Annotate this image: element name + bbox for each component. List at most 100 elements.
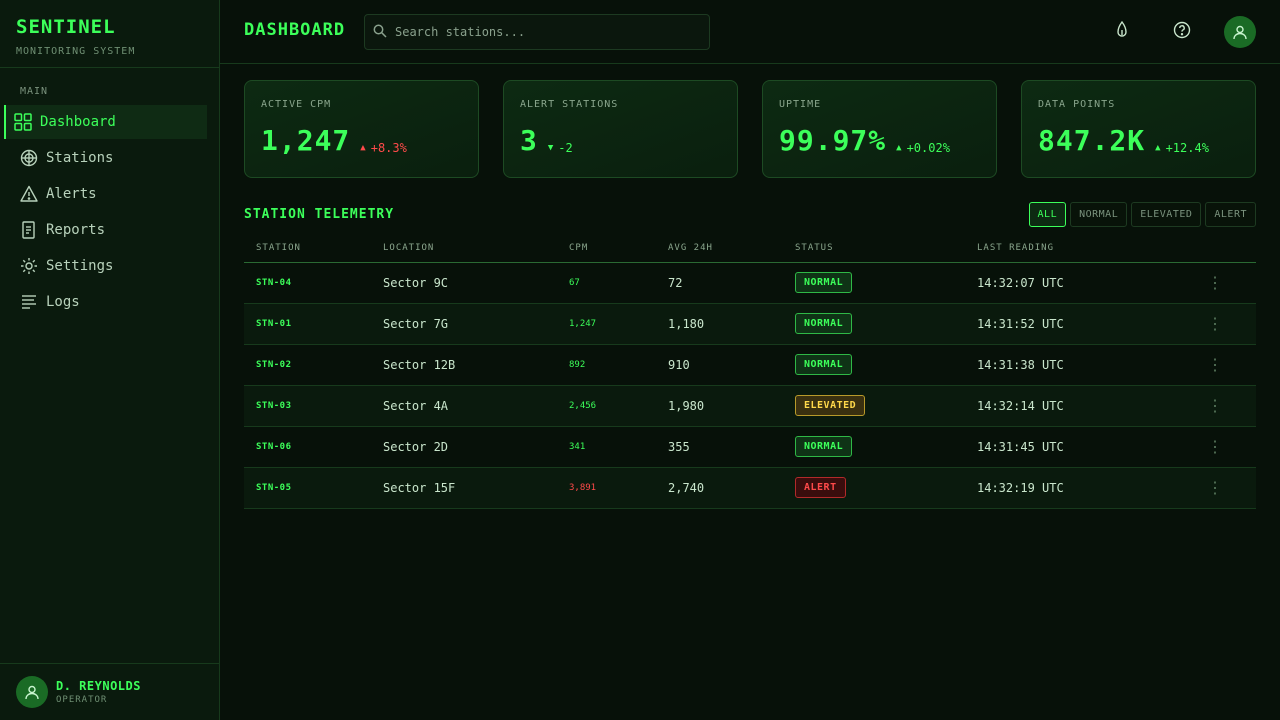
sidebar-item-label: Reports [46, 222, 106, 238]
arrow-up-icon: ▲ [360, 143, 366, 153]
station-avg: 910 [656, 344, 783, 386]
table-row[interactable]: STN-02 Sector 12B 892 910 NORMAL 14:31:3… [244, 344, 1256, 386]
row-actions: ⋮ [1195, 467, 1256, 509]
stat-cards: ACTIVE CPM 1,247 ▲ +8.3% ALERT STATIONS … [244, 80, 1256, 178]
column-header[interactable]: STATION [244, 235, 371, 263]
table-header-row: STATION LOCATION CPM AVG 24H STATUS LAST… [244, 235, 1256, 263]
status-badge: NORMAL [795, 354, 853, 375]
filter-normal[interactable]: NORMAL [1070, 202, 1128, 227]
sidebar-item-alerts[interactable]: Alerts [0, 177, 219, 211]
arrow-up-icon: ▲ [896, 143, 902, 153]
stat-card-uptime: UPTIME 99.97% ▲ +0.02% [762, 80, 997, 178]
row-actions: ⋮ [1195, 303, 1256, 345]
warning-icon [20, 185, 38, 203]
station-cpm: 341 [557, 426, 656, 468]
table-row[interactable]: STN-03 Sector 4A 2,456 1,980 ELEVATED 14… [244, 385, 1256, 427]
station-cpm: 892 [557, 344, 656, 386]
row-actions: ⋮ [1195, 385, 1256, 427]
table-row[interactable]: STN-04 Sector 9C 67 72 NORMAL 14:32:07 U… [244, 262, 1256, 304]
status-cell: NORMAL [783, 426, 965, 468]
status-cell: NORMAL [783, 344, 965, 386]
stat-trend-value: +0.02% [906, 141, 950, 155]
station-id: STN-05 [244, 467, 371, 509]
sidebar-item-stations[interactable]: Stations [0, 141, 219, 175]
station-avg: 2,740 [656, 467, 783, 509]
station-cpm: 67 [557, 262, 656, 304]
column-header[interactable]: STATUS [783, 235, 965, 263]
sidebar-item-label: Settings [46, 258, 114, 274]
last-reading: 14:31:38 UTC [965, 344, 1195, 386]
search-icon [373, 23, 387, 42]
stat-value: 99.97% [779, 124, 887, 157]
help-button[interactable] [1166, 16, 1198, 48]
status-badge: ALERT [795, 477, 846, 498]
more-vertical-icon[interactable]: ⋮ [1207, 274, 1223, 291]
table-row[interactable]: STN-06 Sector 2D 341 355 NORMAL 14:31:45… [244, 426, 1256, 468]
sidebar-item-settings[interactable]: Settings [0, 249, 219, 283]
sidebar-item-label: Dashboard [40, 114, 116, 130]
row-actions: ⋮ [1195, 344, 1256, 386]
stat-trend: ▲ +12.4% [1155, 141, 1209, 155]
user-profile[interactable]: D. REYNOLDS OPERATOR [0, 663, 219, 720]
nav-section-label: MAIN [20, 86, 49, 97]
stat-value: 3 [520, 124, 538, 157]
stat-card-active-cpm: ACTIVE CPM 1,247 ▲ +8.3% [244, 80, 479, 178]
stat-trend-value: +8.3% [370, 141, 407, 155]
sidebar-item-label: Alerts [46, 186, 97, 202]
stat-card-alert-stations: ALERT STATIONS 3 ▼ -2 [503, 80, 738, 178]
station-cpm: 2,456 [557, 385, 656, 427]
stat-label: ALERT STATIONS [520, 99, 619, 110]
column-header[interactable]: CPM [557, 235, 656, 263]
document-icon [20, 221, 38, 239]
table-row[interactable]: STN-05 Sector 15F 3,891 2,740 ALERT 14:3… [244, 467, 1256, 509]
brand-subtitle: MONITORING SYSTEM [16, 46, 136, 57]
more-vertical-icon[interactable]: ⋮ [1207, 397, 1223, 414]
sidebar: SENTINEL MONITORING SYSTEM MAIN Dashboar… [0, 0, 220, 720]
more-vertical-icon[interactable]: ⋮ [1207, 438, 1223, 455]
status-badge: NORMAL [795, 313, 853, 334]
stat-trend: ▲ +0.02% [896, 141, 950, 155]
sidebar-item-reports[interactable]: Reports [0, 213, 219, 247]
status-cell: ALERT [783, 467, 965, 509]
station-cpm: 3,891 [557, 467, 656, 509]
filter-all[interactable]: ALL [1028, 202, 1067, 227]
header-avatar[interactable] [1224, 16, 1256, 48]
station-id: STN-03 [244, 385, 371, 427]
status-badge: NORMAL [795, 272, 853, 293]
sidebar-item-dashboard[interactable]: Dashboard [4, 105, 207, 139]
sidebar-item-logs[interactable]: Logs [0, 285, 219, 319]
more-vertical-icon[interactable]: ⋮ [1207, 356, 1223, 373]
row-actions: ⋮ [1195, 262, 1256, 304]
grid-icon [14, 113, 32, 131]
page-title: DASHBOARD [244, 20, 346, 40]
station-avg: 72 [656, 262, 783, 304]
stat-trend-value: -2 [558, 141, 573, 155]
column-header[interactable]: LAST READING [965, 235, 1195, 263]
sidebar-nav: Dashboard Stations Alerts Reports Settin… [0, 105, 219, 321]
flame-icon [1114, 20, 1130, 43]
sidebar-item-label: Logs [46, 294, 80, 310]
list-icon [20, 293, 38, 311]
station-location: Sector 12B [371, 344, 557, 386]
last-reading: 14:32:07 UTC [965, 262, 1195, 304]
column-header[interactable]: AVG 24H [656, 235, 783, 263]
help-icon [1173, 21, 1191, 43]
more-vertical-icon[interactable]: ⋮ [1207, 315, 1223, 332]
filter-alert[interactable]: ALERT [1205, 202, 1256, 227]
table-row[interactable]: STN-01 Sector 7G 1,247 1,180 NORMAL 14:3… [244, 303, 1256, 345]
stat-label: ACTIVE CPM [261, 99, 332, 110]
status-badge: NORMAL [795, 436, 853, 457]
search-box[interactable] [364, 14, 710, 50]
station-location: Sector 4A [371, 385, 557, 427]
search-input[interactable] [395, 25, 695, 39]
status-cell: ELEVATED [783, 385, 965, 427]
avatar [16, 676, 48, 708]
radiation-button[interactable] [1106, 16, 1138, 48]
filter-elevated[interactable]: ELEVATED [1131, 202, 1202, 227]
stat-value: 1,247 [261, 124, 351, 157]
more-vertical-icon[interactable]: ⋮ [1207, 479, 1223, 496]
column-header[interactable]: LOCATION [371, 235, 557, 263]
stat-trend: ▼ -2 [548, 141, 573, 155]
arrow-down-icon: ▼ [547, 143, 554, 153]
app-root: SENTINEL MONITORING SYSTEM MAIN Dashboar… [0, 0, 1280, 720]
